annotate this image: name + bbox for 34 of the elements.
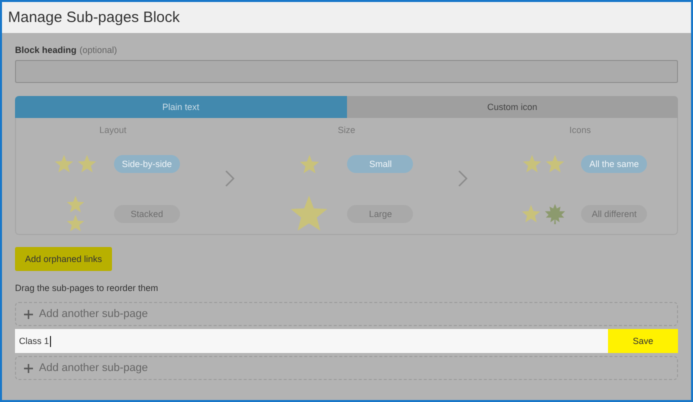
- star-icon: [520, 204, 541, 224]
- option-toggle[interactable]: Large: [347, 205, 414, 223]
- group-title: Layout: [99, 125, 126, 135]
- option-toggle[interactable]: All different: [581, 205, 648, 223]
- input-field[interactable]: Class 1: [15, 329, 608, 353]
- star-icon: [77, 154, 98, 174]
- add-sub-page-button[interactable]: Add another sub-page: [15, 356, 678, 380]
- option-toggle[interactable]: Small: [347, 155, 414, 173]
- star-icon: [298, 154, 320, 174]
- field-label: Block heading: [15, 45, 77, 55]
- star-icon: [54, 154, 74, 174]
- group-title: Size: [338, 125, 356, 135]
- field-hint: (optional): [80, 45, 118, 55]
- group-title: Icons: [569, 125, 591, 135]
- tab[interactable]: Custom icon: [346, 96, 678, 118]
- add-sub-page-button[interactable]: Add another sub-page: [15, 302, 678, 326]
- chevron-right-icon: [224, 170, 235, 187]
- option-toggle[interactable]: Stacked: [114, 205, 180, 223]
- tab[interactable]: Plain text: [15, 96, 346, 118]
- plus-icon: [24, 364, 33, 372]
- star-icon: [544, 154, 565, 174]
- star-icon: [522, 154, 542, 174]
- add-orphaned-links-button[interactable]: Add orphaned links: [15, 247, 112, 271]
- input-field[interactable]: [15, 60, 678, 83]
- plus-icon: [24, 310, 33, 318]
- leaf-icon: [544, 203, 566, 225]
- option-toggle[interactable]: All the same: [581, 155, 648, 173]
- chevron-right-icon: [458, 170, 468, 187]
- save-button[interactable]: Save: [608, 329, 678, 353]
- option-toggle[interactable]: Side-by-side: [114, 155, 180, 173]
- window-title: Manage Sub-pages Block: [8, 9, 180, 26]
- star-icon: [66, 214, 86, 233]
- instruction-text: Drag the sub-pages to reorder them: [15, 283, 160, 293]
- star-icon: [66, 195, 86, 214]
